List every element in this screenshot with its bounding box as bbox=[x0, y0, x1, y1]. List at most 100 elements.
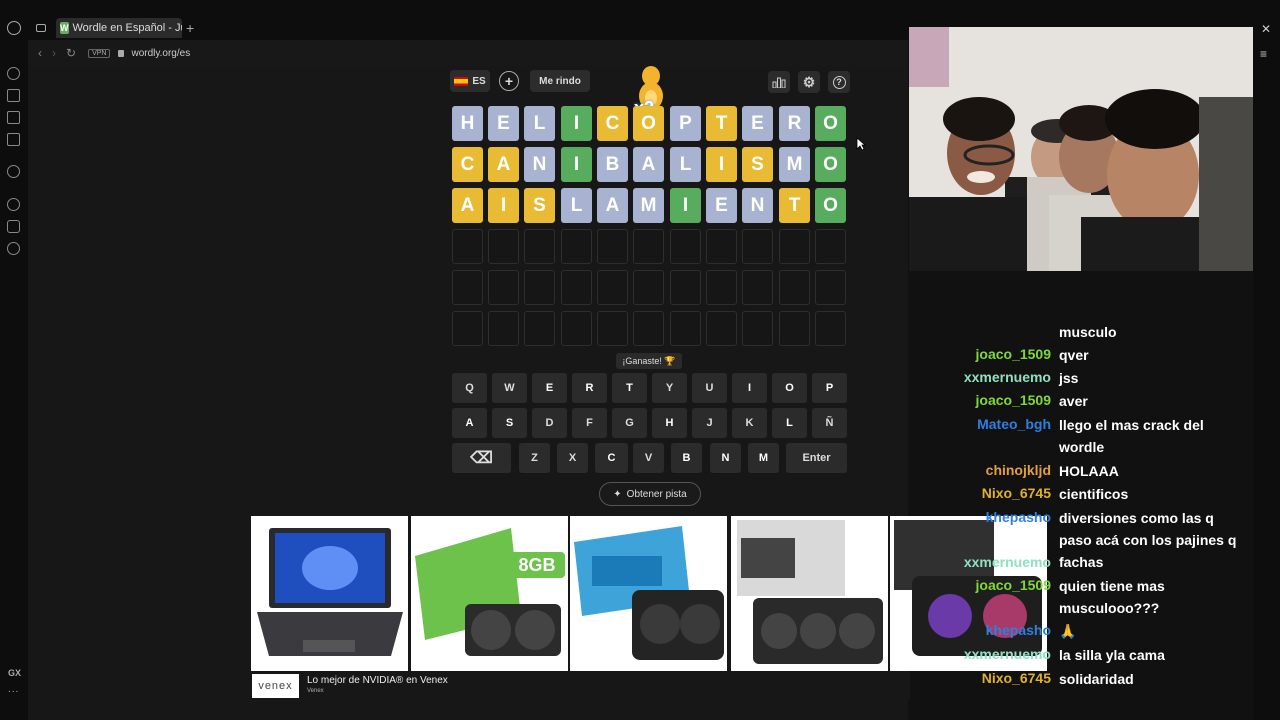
board-tile bbox=[670, 270, 701, 305]
forward-icon[interactable]: › bbox=[52, 46, 56, 60]
board-tile: O bbox=[815, 147, 846, 182]
board-tile bbox=[670, 229, 701, 264]
board-tile bbox=[488, 229, 519, 264]
hint-label: Obtener pista bbox=[626, 488, 687, 500]
key-y[interactable]: Y bbox=[652, 373, 687, 403]
key-j[interactable]: J bbox=[692, 408, 727, 438]
key-o[interactable]: O bbox=[772, 373, 807, 403]
hint-button[interactable]: ✦ Obtener pista bbox=[599, 482, 701, 506]
board-tile: E bbox=[742, 106, 773, 141]
board-tile bbox=[742, 311, 773, 346]
more-icon[interactable]: ... bbox=[8, 684, 19, 695]
settings-button[interactable]: ⚙ bbox=[798, 71, 820, 93]
key-u[interactable]: U bbox=[692, 373, 727, 403]
settings-gear-icon[interactable] bbox=[7, 242, 20, 255]
key-x[interactable]: X bbox=[557, 443, 588, 473]
board-tile bbox=[779, 311, 810, 346]
new-tab-button[interactable]: + bbox=[186, 20, 194, 36]
chat-username[interactable]: joaco_1509 bbox=[976, 346, 1052, 362]
clock-icon[interactable] bbox=[7, 198, 20, 211]
key-ñ[interactable]: Ñ bbox=[812, 408, 847, 438]
key-b[interactable]: B bbox=[671, 443, 702, 473]
extensions-icon[interactable] bbox=[7, 220, 20, 233]
menu-icon[interactable]: ≡ bbox=[1260, 47, 1267, 61]
key-l[interactable]: L bbox=[772, 408, 807, 438]
key-f[interactable]: F bbox=[572, 408, 607, 438]
board-tile: L bbox=[670, 147, 701, 182]
help-button[interactable]: ? bbox=[828, 71, 850, 93]
board-tile: O bbox=[633, 106, 664, 141]
gx-corner-label[interactable]: GX bbox=[8, 668, 21, 678]
ad-title[interactable]: Lo mejor de NVIDIA® en Venex bbox=[307, 675, 448, 686]
key-n[interactable]: N bbox=[710, 443, 741, 473]
key-w[interactable]: W bbox=[492, 373, 527, 403]
chat-username[interactable]: Mateo_bgh bbox=[977, 416, 1051, 432]
close-icon[interactable]: ✕ bbox=[1261, 22, 1271, 36]
key-r[interactable]: R bbox=[572, 373, 607, 403]
key-k[interactable]: K bbox=[732, 408, 767, 438]
key-q[interactable]: Q bbox=[452, 373, 487, 403]
key-e[interactable]: E bbox=[532, 373, 567, 403]
galax-gpu-image: 8GB bbox=[415, 528, 565, 656]
laptop-image bbox=[257, 528, 403, 656]
chat-username[interactable]: khepasho bbox=[986, 622, 1051, 638]
chat-username[interactable]: Nixo_6745 bbox=[982, 485, 1051, 501]
chat-username[interactable]: khepasho bbox=[986, 509, 1051, 525]
reload-icon[interactable]: ↻ bbox=[66, 46, 76, 60]
key-z[interactable]: Z bbox=[519, 443, 550, 473]
key-g[interactable]: G bbox=[612, 408, 647, 438]
m-app-icon[interactable] bbox=[7, 133, 20, 146]
key-t[interactable]: T bbox=[612, 373, 647, 403]
notes-icon[interactable] bbox=[7, 111, 20, 124]
board-tile bbox=[452, 311, 483, 346]
key-h[interactable]: H bbox=[652, 408, 687, 438]
url-text[interactable]: wordly.org/es bbox=[131, 48, 190, 59]
board-tile: A bbox=[597, 188, 628, 223]
stats-button[interactable] bbox=[768, 71, 790, 93]
board-tile bbox=[633, 311, 664, 346]
key-d[interactable]: D bbox=[532, 408, 567, 438]
key-v[interactable]: V bbox=[633, 443, 664, 473]
venex-logo[interactable]: venex bbox=[252, 674, 299, 698]
enter-key[interactable]: Enter bbox=[786, 443, 847, 473]
ad-product-laptop[interactable] bbox=[251, 516, 408, 671]
board-tile bbox=[524, 270, 555, 305]
opera-logo-icon[interactable] bbox=[7, 21, 21, 35]
board-tile bbox=[779, 270, 810, 305]
tab-manager-icon[interactable] bbox=[36, 24, 46, 32]
chat-username[interactable]: xxmernuemo bbox=[964, 646, 1051, 662]
lock-icon bbox=[118, 49, 125, 57]
webcam-feed bbox=[909, 27, 1253, 271]
ad-product-galax-gpu[interactable]: 8GB bbox=[411, 516, 568, 671]
key-c[interactable]: C bbox=[595, 443, 628, 473]
key-i[interactable]: I bbox=[732, 373, 767, 403]
key-s[interactable]: S bbox=[492, 408, 527, 438]
chat-username[interactable]: Nixo_6745 bbox=[982, 670, 1051, 686]
ad-product-gigabyte-gpu[interactable] bbox=[570, 516, 727, 671]
board-tile bbox=[706, 311, 737, 346]
key-p[interactable]: P bbox=[812, 373, 847, 403]
backspace-key[interactable]: ⌫ bbox=[452, 443, 511, 473]
key-a[interactable]: A bbox=[452, 408, 487, 438]
history-refresh-icon[interactable] bbox=[7, 67, 20, 80]
chat-username[interactable]: chinojkljd bbox=[986, 462, 1051, 478]
chat-username[interactable]: xxmernuemo bbox=[964, 369, 1051, 385]
browser-tab[interactable]: W Wordle en Español - Jueg bbox=[56, 18, 182, 38]
chat-username[interactable]: joaco_1509 bbox=[976, 577, 1052, 593]
language-selector[interactable]: ES bbox=[450, 70, 490, 92]
board-tile: N bbox=[524, 147, 555, 182]
board-tile bbox=[742, 270, 773, 305]
chat-username[interactable]: xxmernuemo bbox=[964, 554, 1051, 570]
back-icon[interactable]: ‹ bbox=[38, 46, 42, 60]
shopping-icon[interactable] bbox=[7, 89, 20, 102]
new-game-button[interactable]: + bbox=[499, 71, 519, 91]
vpn-badge[interactable]: VPN bbox=[88, 48, 111, 58]
board-tile: L bbox=[524, 106, 555, 141]
give-up-button[interactable]: Me rindo bbox=[530, 70, 590, 92]
board-tile bbox=[524, 229, 555, 264]
chat-username[interactable]: joaco_1509 bbox=[976, 392, 1052, 408]
chatgpt-icon[interactable] bbox=[7, 165, 20, 178]
ad-product-asus-gpu[interactable] bbox=[731, 516, 888, 671]
board-tile bbox=[670, 311, 701, 346]
key-m[interactable]: M bbox=[748, 443, 779, 473]
